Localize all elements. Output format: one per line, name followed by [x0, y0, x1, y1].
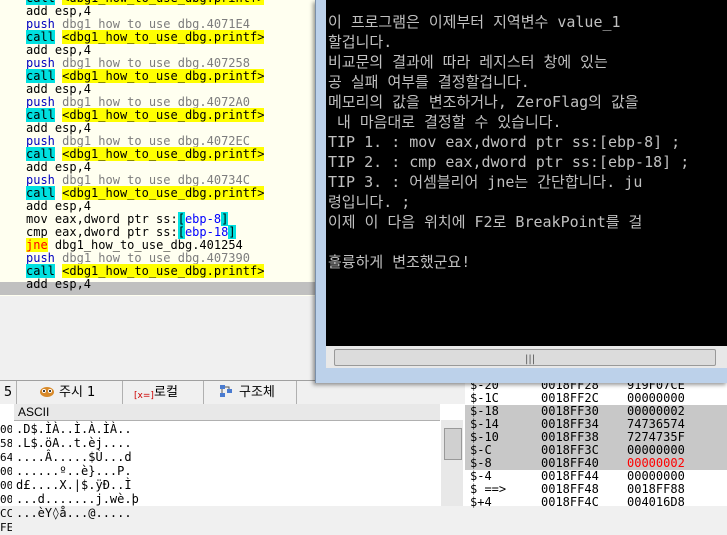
instruction: add esp,4 — [26, 277, 92, 291]
call-target: <dbg1_how_to_use_dbg.printf> — [62, 69, 265, 83]
watch-icon — [39, 383, 54, 397]
console-line: 이 프로그램은 이제부터 지역변수 value_1 — [328, 13, 621, 31]
console-window[interactable]: 이 프로그램은 이제부터 지역변수 value_1 할겁니다. 비교문의 결과에 따… — [315, 0, 727, 383]
push-operand: dbg1_how_to_use_dbg.4072EC — [62, 134, 250, 148]
mnemonic-call: call — [26, 147, 55, 161]
dump-address-fragment: 00 — [0, 465, 12, 478]
console-line: TIP 3. : 어셈블리어 jne는 간단합니다. ju — [328, 173, 643, 191]
instruction: cmp eax,dword ptr ss: — [26, 225, 178, 239]
dump-ascii-row[interactable]: d£....X.|$.ÿÐ..Ì — [16, 478, 132, 492]
call-target: <dbg1_how_to_use_dbg.printf> — [62, 264, 265, 278]
tab-dump-5[interactable]: 5 — [0, 381, 17, 404]
tab-label: 로컬 — [154, 385, 178, 400]
console-line: 령입니다. ; — [328, 193, 411, 211]
stack-value: 004016D8 — [627, 495, 685, 509]
console-horizontal-scrollbar[interactable]: ||| — [326, 346, 727, 368]
instruction: add esp,4 — [26, 4, 92, 18]
mnemonic-call: call — [26, 69, 55, 83]
call-target: <dbg1_how_to_use_dbg.printf> — [62, 0, 265, 5]
dump-address-fragment: 00 — [0, 493, 12, 506]
dump-scroll-thumb[interactable] — [444, 428, 462, 460]
hex-dump-pane[interactable]: ASCII 00 58 64 00 00 00 CC FE .D$.ÌÀ..Ì.À.ÌÀ.. .L… — [0, 404, 465, 534]
call-target: <dbg1_how_to_use_dbg.printf> — [62, 186, 265, 200]
push-operand: dbg1_how_to_use_dbg.40734C — [62, 173, 250, 187]
mnemonic-call: call — [26, 108, 55, 122]
ascii-column-header[interactable]: ASCII — [14, 404, 150, 421]
stack-offset: $+4 — [470, 495, 492, 509]
dump-address-fragment: 64 — [0, 451, 12, 464]
push-operand: dbg1_how_to_use_dbg.4071E4 — [62, 17, 250, 31]
dump-ascii-row[interactable]: ....Â.....$Ù...d — [16, 450, 132, 464]
dump-address-fragment: 00 — [0, 479, 12, 492]
dump-address-fragment: FE — [0, 521, 12, 534]
dump-ascii-row[interactable]: .D$.ÌÀ..Ì.À.ÌÀ.. — [16, 422, 132, 436]
call-target: <dbg1_how_to_use_dbg.printf> — [62, 108, 265, 122]
console-line: 내 마음대로 결정할 수 있습니다. — [328, 113, 562, 131]
mnemonic-push: push — [26, 56, 55, 70]
dump-header-filler — [150, 404, 440, 421]
stack-pane[interactable]: $-20 0018FF28 919F07CE $-1C 0018FF2C 00000000… — [465, 379, 727, 509]
call-target: <dbg1_how_to_use_dbg.printf> — [62, 147, 265, 161]
mnemonic-call: call — [26, 30, 55, 44]
bracket: ] — [221, 212, 229, 226]
mnemonic-push: push — [26, 251, 55, 265]
dump-ascii-row[interactable]: ...d.......j.wè.þ — [16, 492, 139, 506]
console-output: 이 프로그램은 이제부터 지역변수 value_1 할겁니다. 비교문의 결과에 따… — [326, 0, 727, 346]
dump-address-fragment: CC — [0, 507, 12, 520]
mnemonic-push: push — [26, 134, 55, 148]
dump-address-fragment: 58 — [0, 437, 12, 450]
push-operand: dbg1_how_to_use_dbg.407258 — [62, 56, 250, 70]
console-line: 메모리의 값을 변조하거나, ZeroFlag의 값을 — [328, 93, 639, 111]
bracket: ] — [228, 225, 236, 239]
dump-vertical-scrollbar[interactable] — [441, 420, 463, 506]
instruction: add esp,4 — [26, 160, 92, 174]
memory-operand: ebp-8 — [184, 212, 222, 226]
mnemonic-jne: jne — [26, 238, 48, 252]
mnemonic-call: call — [26, 264, 55, 278]
console-line: TIP 2. : cmp eax,dword ptr ss:[ebp-18] ; — [328, 153, 690, 171]
mnemonic-push: push — [26, 173, 55, 187]
call-target: <dbg1_how_to_use_dbg.printf> — [62, 30, 265, 44]
instruction: mov eax,dword ptr ss: — [26, 212, 178, 226]
push-operand: dbg1_how_to_use_dbg.407390 — [62, 251, 250, 265]
mnemonic-push: push — [26, 95, 55, 109]
push-operand: dbg1_how_to_use_dbg.4072A0 — [62, 95, 250, 109]
dump-ascii-row[interactable]: .L$.öA..t.èj.... — [16, 436, 132, 450]
console-scroll-thumb[interactable]: ||| — [334, 349, 716, 366]
console-line: 이제 이 다음 위치에 F2로 BreakPoint를 걸 — [328, 213, 643, 231]
tab-struct[interactable]: 구조체 — [205, 381, 297, 404]
mnemonic-push: push — [26, 17, 55, 31]
tab-watch[interactable]: 주시 1 — [17, 381, 123, 404]
dump-tab-bar: 5 주시 1 [x=]로컬 구조체 — [0, 380, 465, 405]
console-line: 공 실패 여부를 결정할겁니다. — [328, 73, 530, 91]
console-line: TIP 1. : mov eax,dword ptr ss:[ebp-8] ; — [328, 133, 681, 151]
memory-operand: ebp-18 — [184, 225, 229, 239]
dump-ascii-row[interactable]: ......º..è}...P. — [16, 464, 132, 478]
tab-locals[interactable]: [x=]로컬 — [124, 381, 204, 404]
tab-label: 주시 1 — [59, 385, 96, 400]
stack-address: 0018FF4C — [541, 495, 599, 509]
locals-icon: [x=] — [134, 391, 154, 401]
mnemonic-call: call — [26, 186, 55, 200]
tab-label: 5 — [3, 385, 13, 400]
instruction: add esp,4 — [26, 82, 92, 96]
scroll-grip-icon: ||| — [525, 354, 536, 365]
console-line: 할겁니다. — [328, 33, 393, 51]
bracket: [ — [177, 212, 185, 226]
console-line: 훌륭하게 변조했군요! — [328, 253, 471, 271]
bracket: [ — [177, 225, 185, 239]
tab-label: 구조체 — [239, 385, 275, 400]
jump-target: dbg1_how_to_use_dbg.401254 — [54, 238, 243, 252]
stack-row[interactable]: $+4 0018FF4C 004016D8 — [465, 496, 727, 509]
instruction: add esp,4 — [26, 121, 92, 135]
console-line: 비교문의 결과에 따라 레지스터 창에 있는 — [328, 53, 608, 71]
dump-address-fragment: 00 — [0, 423, 12, 436]
instruction: add esp,4 — [26, 43, 92, 57]
dump-ascii-row[interactable]: ...èY◊å...@..... — [16, 506, 132, 520]
disasm-line[interactable]: add esp,4 — [26, 278, 91, 291]
instruction: add esp,4 — [26, 199, 92, 213]
struct-icon — [219, 383, 233, 397]
